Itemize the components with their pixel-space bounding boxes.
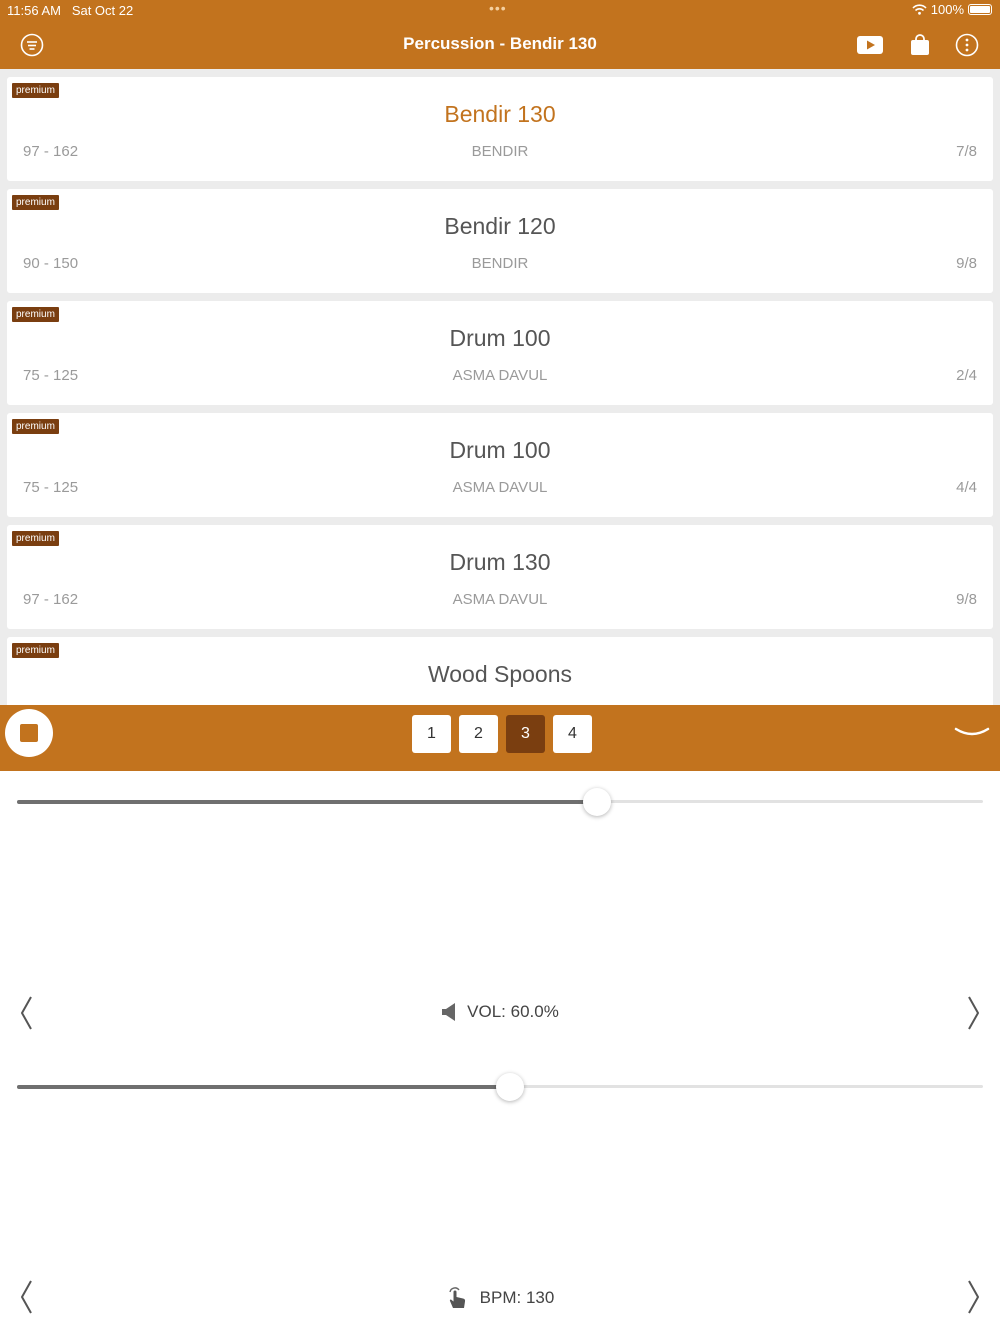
instrument-name: ASMA DAVUL bbox=[452, 367, 548, 384]
battery-percent: 100% bbox=[930, 2, 964, 17]
bpm-next-button[interactable] bbox=[964, 1279, 984, 1315]
volume-next-button[interactable] bbox=[964, 995, 984, 1031]
premium-badge: premium bbox=[12, 531, 59, 546]
instrument-name: BENDIR bbox=[471, 255, 529, 272]
bpm-label: BPM: 130 bbox=[479, 1288, 555, 1307]
rhythm-title: Wood Spoons bbox=[427, 661, 573, 687]
video-icon bbox=[857, 36, 883, 54]
info-icon bbox=[955, 33, 979, 57]
page-button-4[interactable]: 4 bbox=[553, 715, 592, 753]
volume-slider[interactable] bbox=[17, 1072, 983, 1102]
player-bar: 1 2 3 4 bbox=[0, 705, 1000, 771]
chevron-down-icon[interactable] bbox=[954, 723, 990, 743]
page-button-3[interactable]: 3 bbox=[506, 715, 545, 753]
store-button[interactable] bbox=[907, 32, 933, 58]
time-signature: 4/4 bbox=[956, 479, 977, 496]
list-item[interactable]: premium Drum 100 75 - 125 ASMA DAVUL 2/4 bbox=[7, 301, 993, 405]
premium-badge: premium bbox=[12, 643, 59, 658]
time-signature: 7/8 bbox=[956, 143, 977, 160]
premium-badge: premium bbox=[12, 195, 59, 210]
time-signature: 9/8 bbox=[956, 255, 977, 272]
status-right: 100% bbox=[912, 2, 992, 17]
time-signature: 9/8 bbox=[956, 591, 977, 608]
speaker-icon bbox=[442, 1003, 456, 1021]
progress-slider[interactable] bbox=[17, 787, 983, 817]
shopping-bag-icon bbox=[911, 34, 929, 55]
video-button[interactable] bbox=[856, 32, 884, 58]
slider-thumb[interactable] bbox=[582, 788, 611, 816]
premium-badge: premium bbox=[12, 307, 59, 322]
multitask-dots[interactable]: ••• bbox=[489, 0, 507, 16]
info-button[interactable] bbox=[954, 32, 980, 58]
status-time-text: 11:56 AM bbox=[7, 3, 61, 18]
volume-label: VOL: 60.0% bbox=[467, 1002, 559, 1021]
page-title: Percussion - Bendir 130 bbox=[403, 34, 597, 53]
list-item[interactable]: premium Drum 100 75 - 125 ASMA DAVUL 4/4 bbox=[7, 413, 993, 517]
instrument-name: ASMA DAVUL bbox=[452, 479, 548, 496]
battery-icon bbox=[968, 4, 992, 15]
volume-readout: VOL: 60.0% bbox=[0, 1002, 1000, 1022]
status-time: 11:56 AM Sat Oct 22 bbox=[7, 3, 133, 18]
list-item[interactable]: premium Bendir 130 97 - 162 BENDIR 7/8 bbox=[7, 77, 993, 181]
slider-fill bbox=[17, 1085, 510, 1089]
instrument-name: ASMA DAVUL bbox=[452, 591, 548, 608]
stop-button[interactable] bbox=[5, 709, 53, 757]
rhythm-title: Bendir 130 bbox=[444, 101, 556, 127]
status-date: Sat Oct 22 bbox=[71, 3, 134, 18]
list-item[interactable]: premium Drum 130 97 - 162 ASMA DAVUL 9/8 bbox=[7, 525, 993, 629]
time-signature: 2/4 bbox=[956, 367, 977, 384]
page-button-2[interactable]: 2 bbox=[459, 715, 498, 753]
top-bar: 11:56 AM Sat Oct 22 ••• 100% Percussion … bbox=[0, 0, 1000, 69]
premium-badge: premium bbox=[12, 83, 59, 98]
tap-hand-icon[interactable] bbox=[446, 1286, 470, 1310]
stop-icon bbox=[20, 724, 38, 742]
bpm-readout: BPM: 130 bbox=[0, 1286, 1000, 1310]
slider-fill bbox=[17, 800, 597, 804]
instrument-name: BENDIR bbox=[471, 143, 529, 160]
page-button-1[interactable]: 1 bbox=[412, 715, 451, 753]
rhythm-title: Bendir 120 bbox=[444, 213, 556, 239]
premium-badge: premium bbox=[12, 419, 59, 434]
slider-thumb[interactable] bbox=[495, 1073, 524, 1101]
rhythm-list[interactable]: premium Bendir 130 97 - 162 BENDIR 7/8 p… bbox=[0, 69, 1000, 705]
rhythm-title: Drum 100 bbox=[449, 325, 551, 351]
list-item[interactable]: premium Bendir 120 90 - 150 BENDIR 9/8 bbox=[7, 189, 993, 293]
page-selector: 1 2 3 4 bbox=[412, 715, 592, 753]
list-item[interactable]: premium Wood Spoons bbox=[7, 637, 993, 705]
rhythm-title: Drum 130 bbox=[449, 549, 551, 575]
rhythm-title: Drum 100 bbox=[449, 437, 551, 463]
wifi-icon bbox=[912, 4, 927, 15]
